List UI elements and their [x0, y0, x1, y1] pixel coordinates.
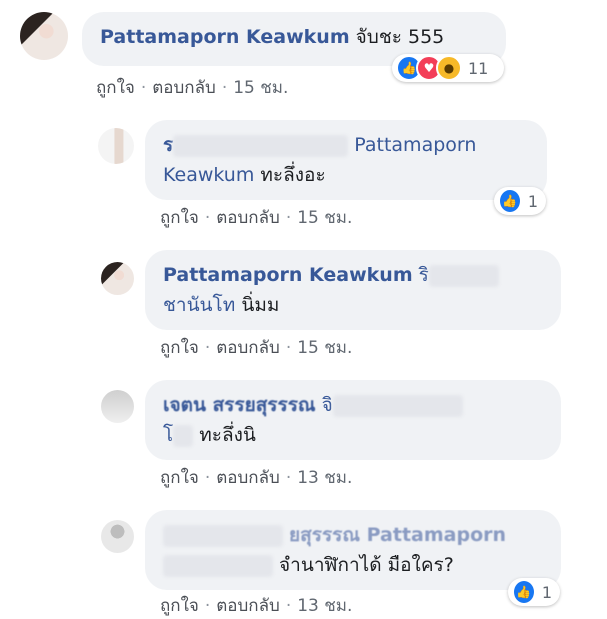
reply-link[interactable]: ตอบกลับ: [216, 208, 280, 228]
mention-link[interactable]: ชานันโท: [163, 294, 235, 316]
comment-text: ทะลึ่งอะ: [260, 164, 326, 186]
reaction-summary[interactable]: 👍 1: [494, 187, 546, 215]
comment-bubble: เจตน สรรยสุรรรณ จิ โ ทะลึ่งนิ: [145, 380, 561, 460]
reply-link[interactable]: ตอบกลับ: [216, 468, 280, 488]
mention-link[interactable]: Pattamaporn: [354, 134, 476, 156]
redacted-name: [173, 424, 194, 447]
reaction-summary[interactable]: 👍 1: [508, 578, 560, 606]
comment-text: นิ่มม: [241, 294, 280, 316]
reply-link[interactable]: ตอบกลับ: [216, 338, 280, 358]
avatar[interactable]: [101, 520, 134, 553]
mention-link[interactable]: โ: [163, 424, 194, 447]
comment-text: ทะลึ่งนิ: [199, 424, 256, 446]
reaction-summary[interactable]: 👍 ♥ ● 11: [392, 54, 504, 82]
comment-text: จับชะ 555: [355, 26, 445, 48]
comment-bubble: Pattamaporn Keawkum ริ ชานันโท นิ่มม: [145, 250, 561, 330]
comment-actions: ถูกใจ · ตอบกลับ · 15 ชม.: [96, 78, 289, 98]
reaction-count: 1: [527, 191, 538, 211]
commenter-name[interactable]: Pattamaporn Keawkum: [163, 264, 413, 286]
commenter-name[interactable]: ร: [163, 134, 349, 157]
like-link[interactable]: ถูกใจ: [160, 468, 199, 488]
mention-link[interactable]: ริ: [419, 264, 499, 287]
wow-icon: ●: [436, 55, 462, 81]
mention-link[interactable]: จิ: [322, 394, 463, 417]
like-icon: 👍: [512, 579, 536, 605]
like-link[interactable]: ถูกใจ: [160, 208, 199, 228]
like-link[interactable]: ถูกใจ: [160, 338, 199, 358]
avatar[interactable]: [98, 128, 134, 164]
like-icon: 👍: [498, 188, 522, 214]
timestamp[interactable]: 15 ชม.: [233, 78, 288, 98]
comment-actions: ถูกใจ · ตอบกลับ · 13 ชม.: [160, 596, 353, 616]
redacted-name: [332, 394, 463, 417]
mention-link[interactable]: Keawkum: [163, 164, 254, 186]
like-link[interactable]: ถูกใจ: [96, 78, 135, 98]
comment-actions: ถูกใจ · ตอบกลับ · 15 ชม.: [160, 338, 353, 358]
redacted-name: [163, 524, 283, 547]
avatar[interactable]: [101, 262, 134, 295]
commenter-name[interactable]: เจตน สรรยสุรรรณ: [163, 394, 316, 416]
like-link[interactable]: ถูกใจ: [160, 596, 199, 616]
avatar[interactable]: [20, 12, 68, 60]
comment-bubble: ร Pattamaporn Keawkum ทะลึ่งอะ: [145, 120, 547, 200]
reaction-count: 1: [541, 582, 552, 602]
timestamp[interactable]: 13 ชม.: [297, 596, 352, 616]
redacted-name: [173, 134, 349, 157]
commenter-name[interactable]: ยสุรรรณ Pattamaporn: [289, 524, 506, 546]
timestamp[interactable]: 15 ชม.: [297, 338, 352, 358]
avatar[interactable]: [101, 390, 134, 423]
commenter-name[interactable]: Pattamaporn Keawkum: [100, 26, 350, 48]
timestamp[interactable]: 15 ชม.: [297, 208, 352, 228]
redacted-name: [428, 264, 499, 287]
timestamp[interactable]: 13 ชม.: [297, 468, 352, 488]
reply-link[interactable]: ตอบกลับ: [216, 596, 280, 616]
comment-actions: ถูกใจ · ตอบกลับ · 13 ชม.: [160, 468, 353, 488]
comment-bubble: ยสุรรรณ Pattamaporn จำนาฬิกาได้ มือใคร?: [145, 510, 561, 590]
comment-actions: ถูกใจ · ตอบกลับ · 15 ชม.: [160, 208, 353, 228]
reply-link[interactable]: ตอบกลับ: [152, 78, 216, 98]
reaction-count: 11: [468, 58, 489, 78]
redacted-name: [163, 554, 273, 577]
comment-text: จำนาฬิกาได้ มือใคร?: [279, 554, 454, 576]
